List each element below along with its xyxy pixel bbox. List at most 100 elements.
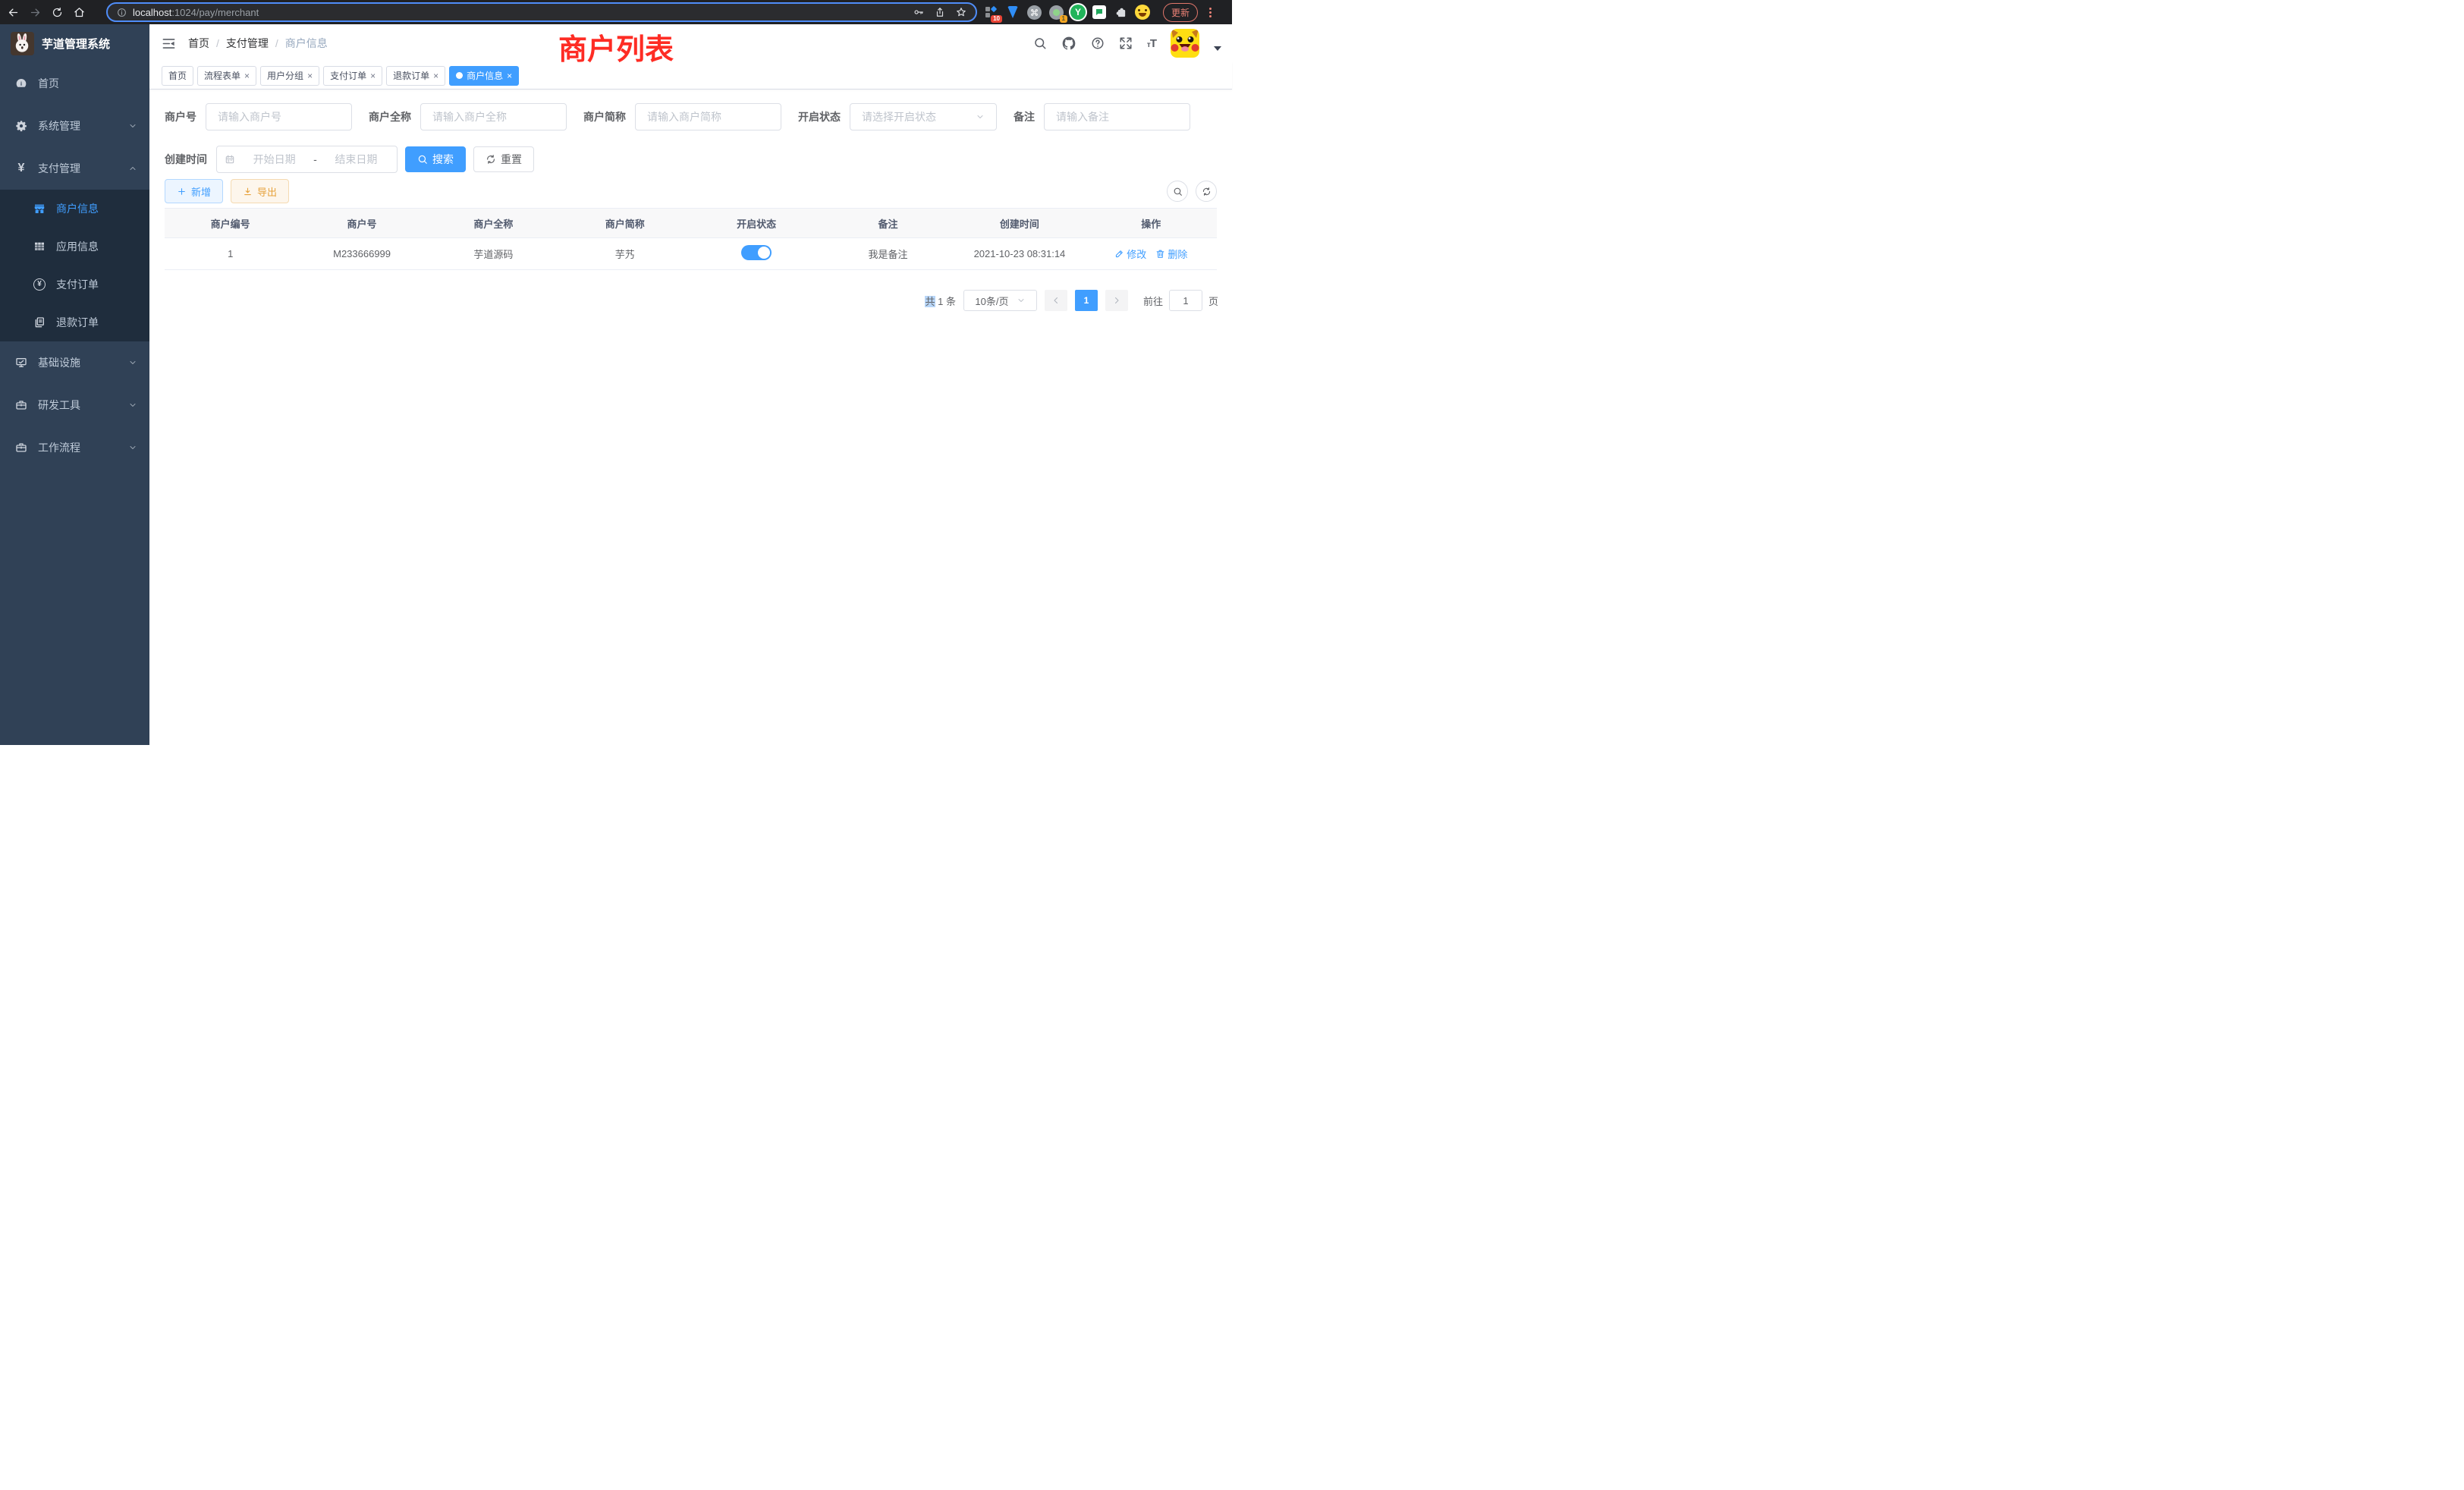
merchant-no-field[interactable] [206, 103, 352, 130]
extension-command-icon[interactable] [1027, 5, 1042, 20]
search-button[interactable]: 搜索 [405, 146, 466, 172]
collapse-sidebar-icon[interactable] [162, 36, 176, 51]
search-icon [417, 154, 428, 165]
extension-gem-icon[interactable] [1005, 5, 1020, 20]
sidebar-item-pay-order[interactable]: ¥ 支付订单 [0, 266, 149, 303]
edit-link[interactable]: 修改 [1114, 247, 1146, 261]
search-icon[interactable] [1033, 36, 1047, 50]
extension-badge: 10 [991, 15, 1002, 23]
active-dot [456, 72, 463, 79]
sidebar-item-infrastructure[interactable]: 基础设施 [0, 341, 149, 384]
forward-icon[interactable] [30, 7, 41, 18]
close-icon[interactable]: × [244, 71, 250, 80]
tab-pay-order[interactable]: 支付订单× [323, 66, 382, 86]
tab-refund-order[interactable]: 退款订单× [386, 66, 445, 86]
sidebar-item-merchant-info[interactable]: 商户信息 [0, 190, 149, 228]
search-icon [1173, 187, 1183, 196]
sidebar-item-workflow[interactable]: 工作流程 [0, 426, 149, 469]
short-name-input[interactable] [647, 111, 769, 123]
toolbox-icon [15, 399, 27, 411]
cell-remark: 我是备注 [822, 247, 954, 261]
sidebar-item-home[interactable]: 首页 [0, 62, 149, 105]
short-name-field[interactable] [635, 103, 781, 130]
tab-user-group[interactable]: 用户分组× [260, 66, 319, 86]
bookmark-star-icon[interactable] [956, 7, 966, 17]
export-button[interactable]: 导出 [231, 179, 289, 203]
extension-y-icon[interactable]: Y [1070, 5, 1086, 20]
sidebar-item-payment[interactable]: ¥ 支付管理 [0, 147, 149, 190]
extensions-puzzle-icon[interactable] [1113, 5, 1128, 20]
remark-input[interactable] [1056, 111, 1178, 123]
add-button[interactable]: 新增 [165, 179, 223, 203]
close-icon[interactable]: × [370, 71, 376, 80]
plus-icon [177, 187, 187, 196]
pagination: 共 1 条 10条/页 1 前往 页 [149, 270, 1232, 311]
github-icon[interactable] [1061, 36, 1076, 51]
close-icon[interactable]: × [307, 71, 313, 80]
short-name-label: 商户简称 [583, 109, 626, 124]
home-icon[interactable] [74, 7, 85, 18]
delete-link[interactable]: 删除 [1155, 247, 1187, 261]
chevron-up-icon [128, 164, 137, 173]
tab-merchant-info[interactable]: 商户信息× [449, 66, 519, 86]
prev-page-button[interactable] [1045, 290, 1067, 311]
url-text: localhost:1024/pay/merchant [133, 7, 907, 18]
sidebar-item-app-info[interactable]: 应用信息 [0, 228, 149, 266]
remark-field[interactable] [1044, 103, 1190, 130]
avatar-caret-down-icon[interactable] [1214, 46, 1221, 51]
total-count: 共 1 条 [925, 294, 955, 308]
close-icon[interactable]: × [507, 71, 512, 80]
share-icon[interactable] [935, 7, 945, 17]
breadcrumb-current: 商户信息 [285, 36, 328, 51]
extension-proxy-icon[interactable]: 1 [1048, 5, 1064, 20]
reload-icon[interactable] [52, 7, 63, 18]
tab-home[interactable]: 首页 [162, 66, 193, 86]
full-name-input[interactable] [432, 111, 555, 123]
font-size-icon[interactable]: тT [1147, 37, 1156, 50]
tab-process-form[interactable]: 流程表单× [197, 66, 256, 86]
chevron-down-icon [1017, 296, 1026, 305]
reset-button[interactable]: 重置 [473, 146, 534, 172]
date-range-picker[interactable]: 开始日期 - 结束日期 [216, 146, 398, 173]
browser-menu-icon[interactable] [1209, 8, 1212, 17]
document-icon [33, 316, 46, 328]
password-key-icon[interactable] [913, 7, 924, 17]
fullscreen-icon[interactable] [1119, 36, 1133, 50]
merchant-table: 商户编号 商户号 商户全称 商户简称 开启状态 备注 创建时间 操作 1 M23… [165, 208, 1217, 270]
top-navbar: 首页 / 支付管理 / 商户信息 тT [149, 24, 1232, 62]
profile-avatar-icon[interactable] [1135, 5, 1150, 20]
merchant-no-input[interactable] [218, 111, 340, 123]
chrome-update-button[interactable]: 更新 [1163, 3, 1198, 22]
chevron-left-icon [1051, 296, 1061, 305]
status-toggle[interactable] [741, 245, 772, 260]
toggle-search-button[interactable] [1167, 181, 1188, 202]
sidebar-item-system[interactable]: 系统管理 [0, 105, 149, 147]
help-icon[interactable] [1091, 36, 1105, 50]
site-info-icon[interactable] [117, 8, 127, 17]
goto-page-input[interactable] [1169, 290, 1202, 311]
cell-create-time: 2021-10-23 08:31:14 [954, 248, 1085, 259]
full-name-field[interactable] [420, 103, 567, 130]
page-unit: 页 [1208, 294, 1218, 308]
extension-grid-icon[interactable]: 10 [983, 5, 998, 20]
page-size-select[interactable]: 10条/页 [963, 290, 1037, 311]
calendar-icon [225, 154, 235, 165]
next-page-button[interactable] [1105, 290, 1128, 311]
back-icon[interactable] [8, 7, 19, 18]
extension-chat-icon[interactable] [1092, 5, 1106, 19]
page-number-1[interactable]: 1 [1075, 290, 1098, 311]
status-select[interactable]: 请选择开启状态 [850, 103, 997, 130]
goto-label: 前往 [1143, 294, 1163, 308]
breadcrumb-payment[interactable]: 支付管理 [226, 36, 269, 51]
store-icon [33, 203, 46, 215]
user-avatar[interactable] [1171, 29, 1199, 58]
refresh-table-button[interactable] [1196, 181, 1217, 202]
breadcrumb-home[interactable]: 首页 [188, 36, 209, 51]
close-icon[interactable]: × [433, 71, 438, 80]
gear-icon [15, 120, 27, 132]
app-logo-row[interactable]: 芋道管理系统 [0, 24, 149, 62]
sidebar-item-refund-order[interactable]: 退款订单 [0, 303, 149, 341]
download-icon [243, 187, 253, 196]
sidebar-item-dev-tools[interactable]: 研发工具 [0, 384, 149, 426]
address-bar[interactable]: localhost:1024/pay/merchant [106, 2, 977, 22]
